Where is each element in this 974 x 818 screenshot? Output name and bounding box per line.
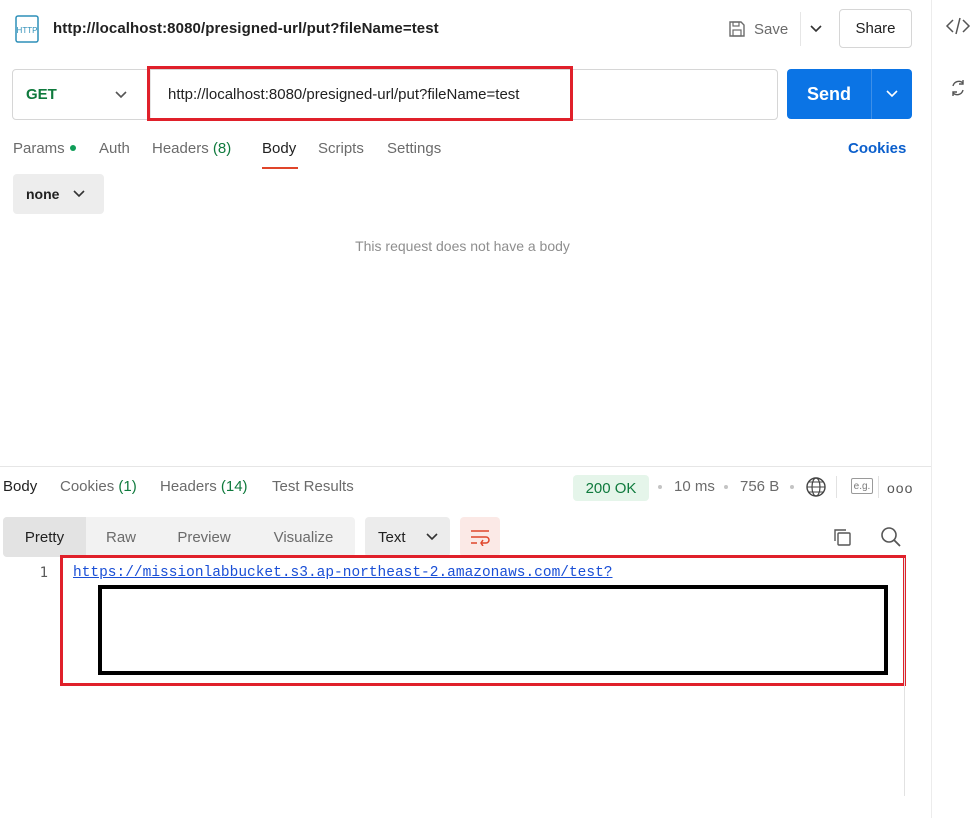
globe-icon[interactable]: [805, 476, 827, 503]
toolbar-divider: [836, 476, 837, 498]
save-options-button[interactable]: [800, 12, 830, 46]
more-options-icon[interactable]: ooo: [887, 480, 913, 496]
response-size[interactable]: 756 B: [740, 478, 779, 495]
response-tab-cookies-label: Cookies: [60, 478, 115, 495]
wrap-lines-icon: [471, 530, 490, 546]
separator-dot: [790, 485, 794, 489]
response-tab-test-results[interactable]: Test Results: [272, 478, 354, 495]
tab-headers-label: Headers: [152, 140, 209, 157]
params-indicator-dot: [69, 145, 76, 152]
response-tab-cookies-count: (1): [118, 478, 137, 495]
share-button[interactable]: Share: [839, 9, 912, 48]
chevron-down-icon: [886, 90, 898, 98]
response-tab-headers[interactable]: Headers (14): [160, 478, 248, 495]
related-collections-icon[interactable]: [950, 78, 966, 103]
http-request-icon: HTTP: [12, 14, 42, 44]
tab-headers[interactable]: Headers (8): [152, 140, 231, 157]
search-icon[interactable]: [880, 526, 902, 553]
svg-text:HTTP: HTTP: [17, 26, 38, 35]
chevron-down-icon: [809, 25, 822, 33]
send-button[interactable]: Send: [787, 69, 871, 119]
http-method-select[interactable]: GET: [26, 86, 57, 103]
send-options-button[interactable]: [871, 69, 912, 119]
tab-params-label: Params: [13, 140, 65, 157]
tab-settings[interactable]: Settings: [387, 140, 441, 157]
view-raw[interactable]: Raw: [86, 517, 156, 557]
tab-auth[interactable]: Auth: [99, 140, 130, 157]
copy-icon[interactable]: [832, 527, 852, 552]
body-type-value: none: [26, 186, 60, 202]
save-icon: [729, 21, 745, 37]
view-pretty[interactable]: Pretty: [3, 517, 86, 557]
tab-body[interactable]: Body: [262, 140, 296, 157]
tab-params[interactable]: Params: [13, 140, 76, 157]
chevron-down-icon: [425, 533, 438, 541]
wrap-lines-button[interactable]: [460, 517, 500, 557]
right-panel-divider: [931, 0, 932, 818]
save-label: Save: [754, 20, 789, 38]
save-button[interactable]: Save: [722, 12, 796, 46]
view-preview[interactable]: Preview: [156, 517, 252, 557]
body-type-select[interactable]: none: [13, 174, 104, 214]
tab-scripts[interactable]: Scripts: [318, 140, 364, 157]
redaction-box: [98, 585, 888, 675]
format-select[interactable]: Text: [365, 517, 450, 557]
chevron-down-icon[interactable]: [114, 86, 128, 107]
response-time[interactable]: 10 ms: [674, 478, 715, 495]
separator-dot: [658, 485, 662, 489]
tab-headers-count: (8): [212, 140, 232, 157]
view-visualize[interactable]: Visualize: [252, 517, 355, 557]
code-snippet-icon[interactable]: [945, 16, 971, 41]
cookies-link[interactable]: Cookies: [848, 140, 906, 157]
format-value: Text: [378, 528, 406, 546]
line-number: 1: [39, 565, 48, 581]
response-tab-headers-count: (14): [220, 478, 248, 495]
active-tab-indicator: [262, 167, 298, 169]
status-badge[interactable]: 200 OK: [573, 475, 649, 501]
toolbar-divider: [878, 476, 879, 498]
chevron-down-icon: [73, 190, 86, 198]
editor-scrollbar[interactable]: [904, 558, 905, 796]
separator-dot: [724, 485, 728, 489]
url-highlight-annotation: [147, 66, 573, 121]
response-tab-headers-label: Headers: [160, 478, 217, 495]
request-title: http://localhost:8080/presigned-url/put?…: [53, 20, 439, 37]
save-as-example-icon[interactable]: e.g.: [851, 478, 873, 494]
response-tab-cookies[interactable]: Cookies (1): [60, 478, 137, 495]
response-tab-body[interactable]: Body: [3, 478, 37, 495]
empty-body-message: This request does not have a body: [355, 238, 570, 254]
response-divider[interactable]: [0, 466, 931, 467]
